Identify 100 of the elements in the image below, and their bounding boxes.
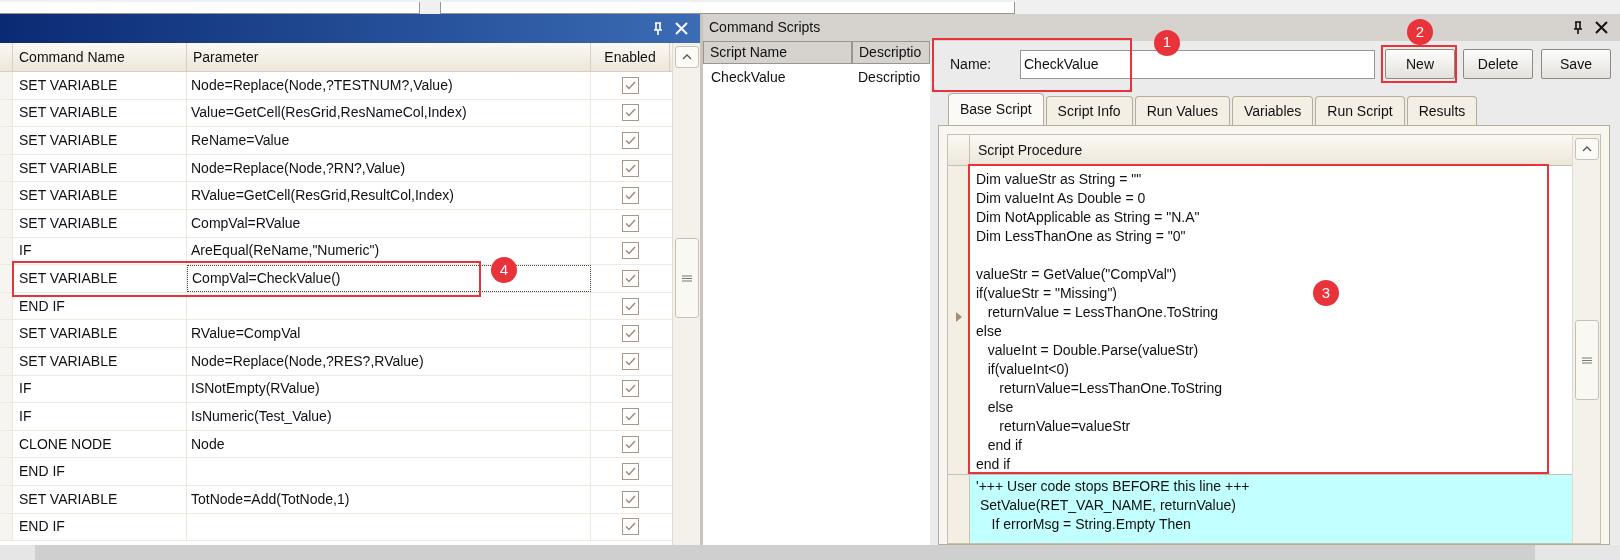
check-icon <box>625 522 636 532</box>
check-icon <box>625 80 636 90</box>
checkbox[interactable] <box>622 435 639 453</box>
toolbar-field[interactable] <box>440 2 1015 14</box>
vertical-scrollbar[interactable] <box>672 43 700 545</box>
checkbox[interactable] <box>622 407 639 425</box>
checkbox[interactable] <box>622 518 639 536</box>
column-header[interactable]: Descriptio <box>852 41 930 64</box>
table-cell: CLONE NODE <box>13 430 187 458</box>
grip-icon <box>682 274 692 282</box>
checkbox[interactable] <box>622 463 639 481</box>
grip-icon <box>1582 356 1592 364</box>
check-icon <box>625 136 636 145</box>
code-line: else <box>975 322 1003 341</box>
checkbox[interactable] <box>622 242 639 260</box>
table-cell: RValue=GetCell(ResGrid,ResultCol,Index) <box>187 182 591 209</box>
code-line: if(valueInt<0) <box>986 360 1070 379</box>
tab[interactable]: Base Script <box>948 93 1044 125</box>
scroll-thumb[interactable] <box>1575 320 1599 400</box>
code-line: SetValue(RET_VAR_NAME, returnValue) <box>978 496 1237 515</box>
name-field[interactable]: CheckValue <box>1020 49 1375 79</box>
row-pointer-icon <box>955 312 962 322</box>
code-line: returnValue = LessThanOne.ToString <box>986 303 1220 322</box>
column-header[interactable]: Parameter <box>187 43 591 71</box>
table-cell: IF <box>13 403 187 430</box>
table-cell: CompVal=RValue <box>187 209 591 237</box>
table-cell: END IF <box>13 513 187 541</box>
tab[interactable]: Script Info <box>1045 96 1133 125</box>
code-line: valueStr = GetValue("CompVal") <box>975 265 1178 284</box>
code-line: end if <box>975 455 1012 474</box>
check-icon <box>625 273 636 283</box>
tab[interactable]: Run Values <box>1134 96 1230 125</box>
code-line: '+++ User code stops BEFORE this line +++ <box>975 477 1251 496</box>
code-line: Dim NotApplicable as String = "N.A" <box>975 208 1201 227</box>
column-header[interactable]: Script Name <box>703 41 852 64</box>
checkbox[interactable] <box>622 325 639 343</box>
checkbox[interactable] <box>622 352 639 370</box>
table-cell: RValue=CompVal <box>187 320 591 347</box>
scroll-up-button[interactable] <box>1574 138 1599 160</box>
toolbar-button[interactable]: New <box>1385 49 1455 79</box>
toolbar-button[interactable]: Save <box>1541 49 1611 79</box>
table-cell: Value=GetCell(ResGrid,ResNameCol,Index) <box>187 99 591 127</box>
table-cell: TotNode=Add(TotNode,1) <box>187 485 591 513</box>
table-cell: END IF <box>13 292 187 320</box>
panel-title: Command Scripts <box>709 18 821 37</box>
tab[interactable]: Run Script <box>1315 96 1405 125</box>
close-icon[interactable] <box>1595 21 1608 34</box>
checkbox[interactable] <box>622 269 639 287</box>
table-cell: SET VARIABLE <box>13 99 187 127</box>
callout-badge: 3 <box>1313 280 1339 306</box>
checkbox[interactable] <box>622 490 639 508</box>
table-cell: SET VARIABLE <box>13 182 187 209</box>
code-line: Dim valueStr as String = "" <box>975 170 1143 189</box>
code-line: Dim valueInt As Double = 0 <box>975 189 1147 208</box>
toolbar-button[interactable]: Delete <box>1463 49 1533 79</box>
checkbox[interactable] <box>622 380 639 398</box>
check-icon <box>625 384 636 394</box>
table-cell: IF <box>13 237 187 265</box>
code-line: returnValue=valueStr <box>998 417 1132 436</box>
checkbox[interactable] <box>622 159 639 177</box>
checkbox[interactable] <box>622 76 639 94</box>
checkbox[interactable] <box>622 297 639 315</box>
code-line: valueInt = Double.Parse(valueStr) <box>986 341 1200 360</box>
code-line: returnValue=LessThanOne.ToString <box>998 379 1224 398</box>
table-cell: ISNotEmpty(RValue) <box>187 375 591 403</box>
check-icon <box>625 163 636 173</box>
table-cell: SET VARIABLE <box>13 127 187 154</box>
table-cell: IsNumeric(Test_Value) <box>187 403 591 430</box>
table-cell: SET VARIABLE <box>13 209 187 237</box>
list-item[interactable]: CheckValue <box>703 66 852 88</box>
table-cell: ReName=Value <box>187 127 591 154</box>
table-cell: END IF <box>13 458 187 485</box>
column-header[interactable]: Enabled <box>591 43 670 71</box>
vertical-scrollbar[interactable] <box>1572 135 1600 543</box>
table-cell: SET VARIABLE <box>13 320 187 347</box>
checkbox[interactable] <box>622 187 639 205</box>
checkbox[interactable] <box>622 214 639 232</box>
name-label: Name: <box>950 54 993 74</box>
checkbox[interactable] <box>622 104 639 122</box>
tab[interactable]: Results <box>1406 96 1478 125</box>
code-line: end if <box>986 436 1023 455</box>
caret-up-icon <box>681 54 692 60</box>
table-cell: Node <box>187 430 591 458</box>
pin-icon[interactable] <box>1573 20 1583 35</box>
scroll-thumb[interactable] <box>675 238 699 318</box>
check-icon <box>625 467 636 477</box>
list-item[interactable]: Descriptio <box>852 66 930 88</box>
table-cell: Node=Replace(Node,?TESTNUM?,Value) <box>187 72 591 99</box>
table-cell: IF <box>13 375 187 403</box>
check-icon <box>625 494 636 504</box>
check-icon <box>625 191 636 201</box>
toolbar-field[interactable] <box>0 2 420 14</box>
checkbox[interactable] <box>622 132 639 149</box>
check-icon <box>625 411 636 421</box>
check-icon <box>625 329 636 339</box>
tab[interactable]: Variables <box>1231 96 1314 125</box>
column-header[interactable]: Command Name <box>13 43 187 71</box>
scroll-up-button[interactable] <box>674 46 699 68</box>
table-cell: SET VARIABLE <box>13 154 187 182</box>
table-cell: SET VARIABLE <box>13 485 187 513</box>
